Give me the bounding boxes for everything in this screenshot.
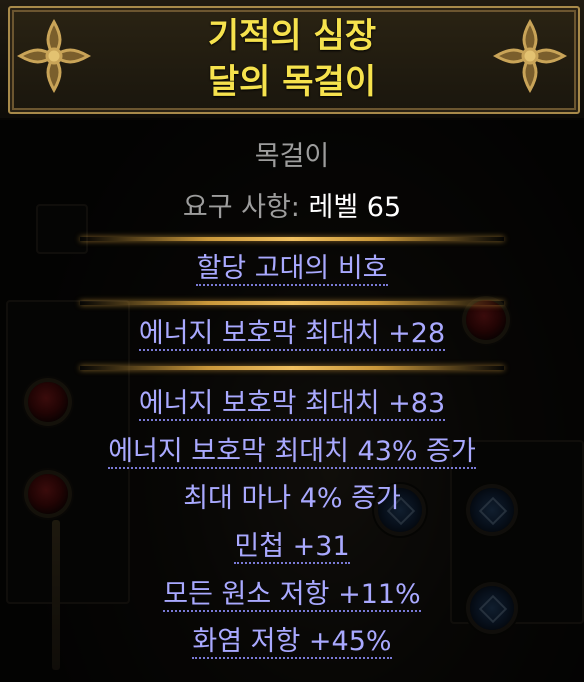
requirement-line: 요구 사항: 레벨 65 bbox=[0, 191, 584, 225]
fleur-ornament-icon bbox=[492, 18, 568, 94]
fleur-ornament-icon bbox=[16, 18, 92, 94]
item-name-line1: 기적의 심장 bbox=[207, 16, 377, 56]
explicit-mod: 민첩 +31 bbox=[234, 531, 350, 564]
implicit-line: 에너지 보호막 최대치 +28 bbox=[0, 317, 584, 351]
requirement-value: 레벨 65 bbox=[308, 192, 402, 223]
enchant-mod: 할당 고대의 비호 bbox=[196, 253, 388, 286]
item-name-header: 기적의 심장 달의 목걸이 bbox=[0, 0, 584, 120]
item-tooltip: 기적의 심장 달의 목걸이 목걸이 요구 사항: 레벨 65 할당 고대의 비호… bbox=[0, 0, 584, 682]
item-type: 목걸이 bbox=[254, 141, 330, 172]
separator bbox=[80, 237, 504, 241]
explicit-mod: 화염 저항 +45% bbox=[192, 626, 392, 659]
explicit-mod: 에너지 보호막 최대치 43% 증가 bbox=[108, 436, 476, 469]
requirement-label: 요구 사항: bbox=[182, 192, 300, 223]
explicit-mod: 에너지 보호막 최대치 +83 bbox=[138, 388, 446, 421]
implicit-mod: 에너지 보호막 최대치 +28 bbox=[138, 318, 446, 351]
item-name-line2: 달의 목걸이 bbox=[207, 62, 377, 102]
enchant-line: 할당 고대의 비호 bbox=[0, 252, 584, 286]
explicit-mod: 최대 마나 4% 증가 bbox=[183, 483, 401, 514]
separator bbox=[80, 366, 504, 370]
explicit-mod: 모든 원소 저항 +11% bbox=[163, 579, 421, 612]
separator bbox=[80, 301, 504, 305]
